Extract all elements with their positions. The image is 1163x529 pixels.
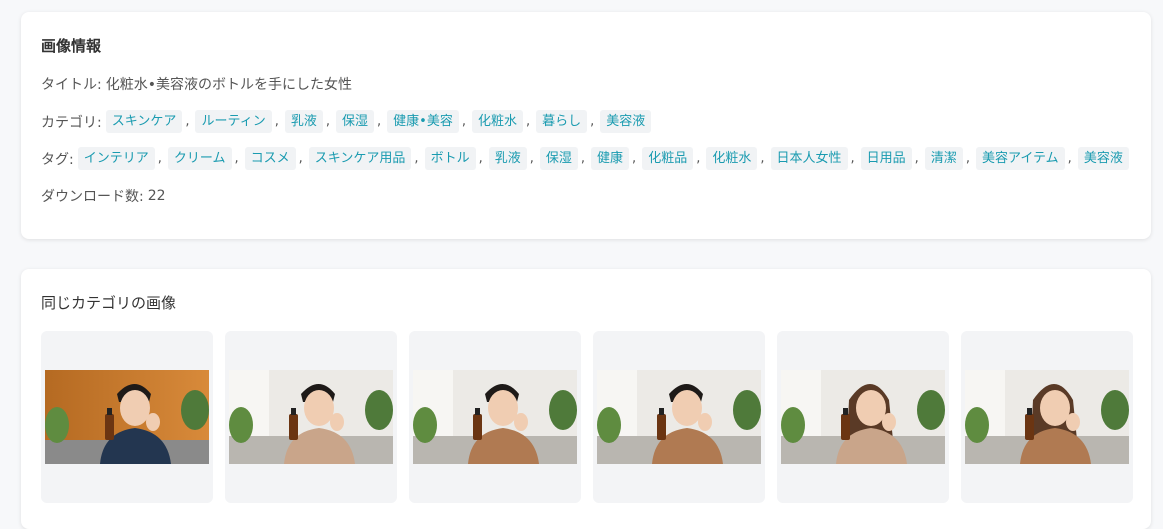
category-label: カテゴリ: <box>41 114 102 131</box>
tag-list: インテリア, クリーム, コスメ, スキンケア用品, ボトル, 乳液, 保湿, 健康, 化粧品,… <box>77 147 1129 170</box>
tag-separator: , <box>461 114 466 129</box>
thumbnail-illustration <box>229 370 393 464</box>
tag-separator: , <box>632 151 637 166</box>
category-tag-link[interactable]: 暮らし <box>536 110 588 133</box>
tag-separator: , <box>478 151 483 166</box>
tag-separator: , <box>590 114 595 129</box>
download-label: ダウンロード数: <box>41 189 144 205</box>
tag-link[interactable]: 化粧品 <box>642 147 694 170</box>
tag-link[interactable]: 乳液 <box>488 147 527 170</box>
tag-separator: , <box>914 151 919 166</box>
category-tag-link[interactable]: 美容液 <box>600 110 652 133</box>
tag-separator: , <box>580 151 586 166</box>
thumbnail-photo <box>413 370 577 464</box>
related-thumbnail[interactable] <box>777 331 949 503</box>
tag-separator: , <box>325 114 331 129</box>
tag-link[interactable]: 日用品 <box>860 147 912 170</box>
tag-separator: , <box>1067 151 1072 166</box>
thumbnail-photo <box>45 370 209 464</box>
tag-link[interactable]: 清潔 <box>924 147 963 170</box>
tag-link[interactable]: ボトル <box>424 147 476 170</box>
tag-separator: , <box>965 151 970 166</box>
related-images-card: 同じカテゴリの画像 <box>21 269 1151 529</box>
title-value: 化粧水•美容液のボトルを手にした女性 <box>105 77 352 93</box>
tag-separator: , <box>234 151 239 166</box>
category-tag-link[interactable]: ルーティン <box>195 110 272 133</box>
tag-row: タグ: インテリア, クリーム, コスメ, スキンケア用品, ボトル, 乳液, 保湿, 健康,… <box>41 147 1129 170</box>
thumbnail-illustration <box>597 370 761 464</box>
tag-separator: , <box>274 114 279 129</box>
thumbnail-illustration <box>965 370 1129 464</box>
category-tag-link[interactable]: 化粧水 <box>471 110 523 133</box>
tag-link[interactable]: インテリア <box>77 147 155 170</box>
category-tag-link[interactable]: 乳液 <box>284 110 323 133</box>
title-row: タイトル: 化粧水•美容液のボトルを手にした女性 <box>41 74 352 94</box>
title-label: タイトル: <box>41 77 102 93</box>
thumbnail-illustration <box>413 370 577 464</box>
thumbnail-photo <box>781 370 945 464</box>
related-thumbnail[interactable] <box>961 331 1133 503</box>
tag-link[interactable]: スキンケア用品 <box>308 147 412 170</box>
tag-separator: , <box>850 151 855 166</box>
download-count: 22 <box>147 188 166 204</box>
related-thumbnail[interactable] <box>41 331 213 503</box>
tag-separator: , <box>414 151 419 166</box>
category-tag-link[interactable]: 保湿 <box>336 110 375 133</box>
category-tag-list: スキンケア, ルーティン, 乳液, 保湿, 健康•美容, 化粧水, 暮らし, 美容液 <box>105 110 652 133</box>
related-thumbnail[interactable] <box>225 331 397 503</box>
related-thumbnail-list <box>41 331 1133 503</box>
tag-link[interactable]: 美容液 <box>1077 147 1129 170</box>
tag-separator: , <box>526 114 531 129</box>
thumbnail-illustration <box>781 370 945 464</box>
thumbnail-photo <box>965 370 1129 464</box>
tag-link[interactable]: 保湿 <box>539 147 578 170</box>
tag-link[interactable]: クリーム <box>167 147 232 170</box>
thumbnail-illustration <box>45 370 209 464</box>
category-tag-link[interactable]: スキンケア <box>105 110 183 133</box>
tag-link[interactable]: 美容アイテム <box>975 147 1065 170</box>
category-tag-link[interactable]: 健康•美容 <box>387 110 459 133</box>
tag-separator: , <box>377 114 382 129</box>
related-images-heading: 同じカテゴリの画像 <box>41 294 177 312</box>
tag-separator: , <box>696 151 701 166</box>
tag-link[interactable]: 健康 <box>591 147 630 170</box>
thumbnail-photo <box>229 370 393 464</box>
tag-link[interactable]: 日本人女性 <box>770 147 848 170</box>
image-info-card: 画像情報 タイトル: 化粧水•美容液のボトルを手にした女性 カテゴリ: スキンケ… <box>21 12 1151 239</box>
tag-separator: , <box>298 151 303 166</box>
tag-link[interactable]: コスメ <box>244 147 296 170</box>
tag-separator: , <box>760 151 765 166</box>
tag-separator: , <box>157 151 162 166</box>
download-row: ダウンロード数: 22 <box>41 186 166 206</box>
tag-link[interactable]: 化粧水 <box>706 147 758 170</box>
tag-separator: , <box>185 114 190 129</box>
image-info-heading: 画像情報 <box>41 37 102 55</box>
related-thumbnail[interactable] <box>409 331 581 503</box>
tag-separator: , <box>529 151 534 166</box>
category-row: カテゴリ: スキンケア, ルーティン, 乳液, 保湿, 健康•美容, 化粧水, 暮らし, 美容… <box>41 110 652 133</box>
related-thumbnail[interactable] <box>593 331 765 503</box>
tag-label: タグ: <box>41 151 74 168</box>
thumbnail-photo <box>597 370 761 464</box>
